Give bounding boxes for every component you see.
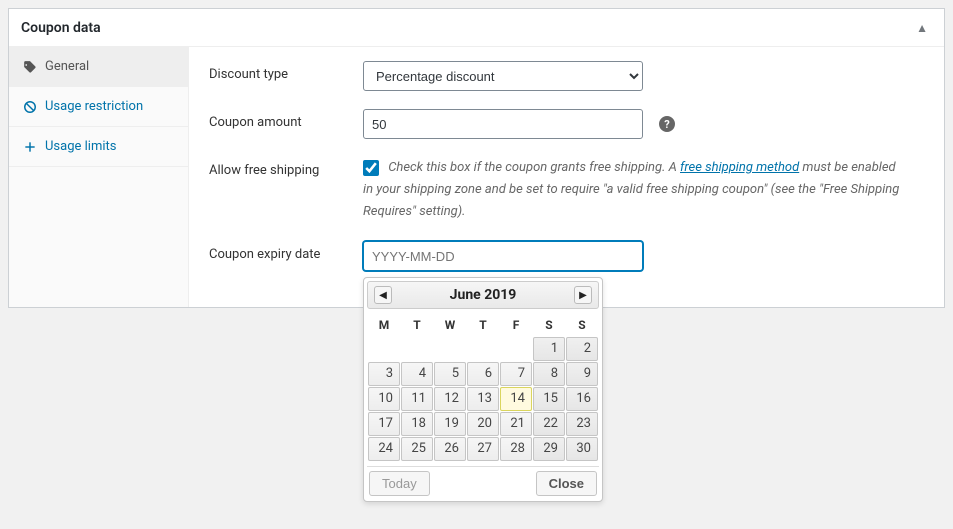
day-cell[interactable]: 10 bbox=[368, 387, 400, 411]
day-cell[interactable]: 19 bbox=[434, 412, 466, 436]
panel-title: Coupon data bbox=[21, 20, 101, 36]
sidebar-item-label: General bbox=[45, 59, 89, 74]
day-cell[interactable]: 2 bbox=[566, 337, 598, 361]
sidebar: General Usage restriction Usage limits bbox=[9, 47, 189, 307]
day-cell[interactable]: 26 bbox=[434, 437, 466, 461]
form-content: Discount type Percentage discount Coupon… bbox=[189, 47, 944, 307]
sliders-icon bbox=[23, 140, 37, 154]
day-cell[interactable]: 4 bbox=[401, 362, 433, 386]
day-cell[interactable]: 30 bbox=[566, 437, 598, 461]
row-free-shipping: Allow free shipping Check this box if th… bbox=[209, 157, 924, 223]
day-cell[interactable]: 17 bbox=[368, 412, 400, 436]
day-cell[interactable]: 29 bbox=[533, 437, 565, 461]
sidebar-tab-usage-restriction[interactable]: Usage restriction bbox=[9, 87, 188, 127]
day-cell[interactable]: 18 bbox=[401, 412, 433, 436]
dow-header: T bbox=[467, 314, 499, 336]
sidebar-item-label: Usage limits bbox=[45, 139, 116, 154]
close-button[interactable]: Close bbox=[536, 471, 597, 496]
input-coupon-amount[interactable] bbox=[363, 109, 643, 139]
day-cell[interactable]: 7 bbox=[500, 362, 532, 386]
panel-header: Coupon data ▲ bbox=[9, 9, 944, 47]
ban-icon bbox=[23, 100, 37, 114]
dow-header: F bbox=[500, 314, 532, 336]
sidebar-tab-usage-limits[interactable]: Usage limits bbox=[9, 127, 188, 167]
datepicker: ◀ June 2019 ▶ MTWTFSS .....1234567891011… bbox=[363, 277, 603, 502]
sidebar-tab-general[interactable]: General bbox=[9, 47, 188, 87]
row-coupon-amount: Coupon amount ? bbox=[209, 109, 924, 139]
checkbox-free-shipping[interactable] bbox=[363, 160, 379, 176]
label-expiry: Coupon expiry date bbox=[209, 241, 363, 262]
day-cell[interactable]: 15 bbox=[533, 387, 565, 411]
day-cell[interactable]: 28 bbox=[500, 437, 532, 461]
dow-header: S bbox=[533, 314, 565, 336]
coupon-data-panel: Coupon data ▲ General Usage restriction bbox=[8, 8, 945, 308]
sidebar-item-label: Usage restriction bbox=[45, 99, 143, 114]
day-cell[interactable]: 5 bbox=[434, 362, 466, 386]
day-cell[interactable]: 9 bbox=[566, 362, 598, 386]
row-expiry: Coupon expiry date ◀ June 2019 ▶ MTWTFSS bbox=[209, 241, 924, 277]
day-cell[interactable]: 12 bbox=[434, 387, 466, 411]
day-cell[interactable]: 21 bbox=[500, 412, 532, 436]
day-cell[interactable]: 13 bbox=[467, 387, 499, 411]
day-cell[interactable]: 14 bbox=[500, 387, 532, 411]
today-button[interactable]: Today bbox=[369, 471, 430, 496]
day-cell[interactable]: 27 bbox=[467, 437, 499, 461]
label-free-shipping: Allow free shipping bbox=[209, 157, 363, 178]
datepicker-month-title: June 2019 bbox=[450, 287, 517, 303]
dow-header: W bbox=[434, 314, 466, 336]
link-free-shipping-method[interactable]: free shipping method bbox=[680, 160, 799, 175]
prev-month-button[interactable]: ◀ bbox=[374, 286, 392, 304]
help-icon[interactable]: ? bbox=[659, 116, 675, 132]
day-cell[interactable]: 11 bbox=[401, 387, 433, 411]
tag-icon bbox=[23, 60, 37, 74]
datepicker-header: ◀ June 2019 ▶ bbox=[367, 281, 599, 309]
day-cell[interactable]: 8 bbox=[533, 362, 565, 386]
day-cell[interactable]: 16 bbox=[566, 387, 598, 411]
day-cell[interactable]: 1 bbox=[533, 337, 565, 361]
select-discount-type[interactable]: Percentage discount bbox=[363, 61, 643, 91]
desc-text: Check this box if the coupon grants free… bbox=[388, 160, 680, 175]
label-coupon-amount: Coupon amount bbox=[209, 109, 363, 130]
dow-header: S bbox=[566, 314, 598, 336]
day-cell[interactable]: 3 bbox=[368, 362, 400, 386]
day-cell[interactable]: 25 bbox=[401, 437, 433, 461]
day-cell[interactable]: 24 bbox=[368, 437, 400, 461]
row-discount-type: Discount type Percentage discount bbox=[209, 61, 924, 91]
input-expiry-date[interactable] bbox=[363, 241, 643, 271]
day-cell[interactable]: 23 bbox=[566, 412, 598, 436]
collapse-icon[interactable]: ▲ bbox=[912, 21, 932, 35]
datepicker-grid: MTWTFSS .....123456789101112131415161718… bbox=[367, 313, 599, 462]
day-cell[interactable]: 6 bbox=[467, 362, 499, 386]
label-discount-type: Discount type bbox=[209, 61, 363, 82]
free-shipping-desc: Check this box if the coupon grants free… bbox=[363, 157, 908, 223]
dow-header: M bbox=[368, 314, 400, 336]
dow-header: T bbox=[401, 314, 433, 336]
day-cell[interactable]: 20 bbox=[467, 412, 499, 436]
datepicker-footer: Today Close bbox=[367, 466, 599, 498]
next-month-button[interactable]: ▶ bbox=[574, 286, 592, 304]
panel-body: General Usage restriction Usage limits D… bbox=[9, 47, 944, 307]
day-cell[interactable]: 22 bbox=[533, 412, 565, 436]
